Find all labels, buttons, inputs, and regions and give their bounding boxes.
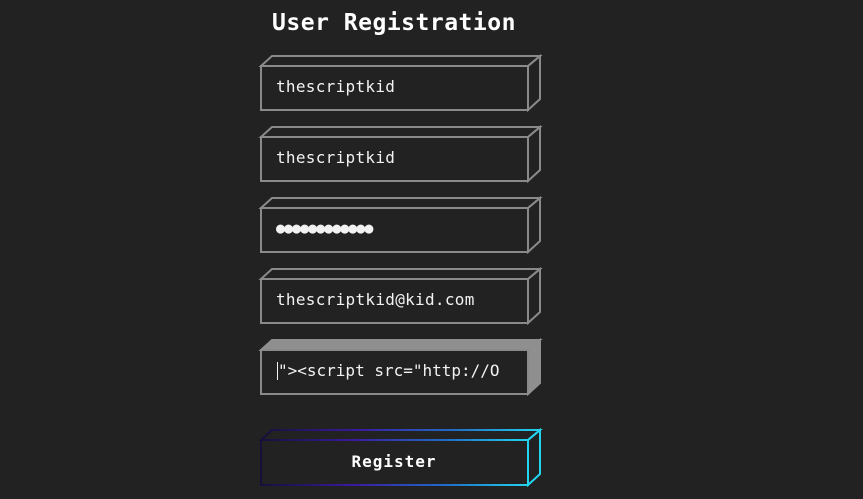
email-input[interactable]	[262, 279, 526, 320]
email-field-wrapper	[258, 266, 543, 326]
password-field-wrapper: ●●●●●●●●●●●●	[258, 195, 543, 255]
registration-page: User Registration ●●●●●●●●●●●●	[0, 0, 863, 499]
username-input[interactable]	[262, 66, 526, 107]
username-field-wrapper	[258, 53, 543, 113]
register-button-label: Register	[351, 452, 437, 471]
register-button[interactable]: Register	[258, 427, 543, 488]
website-field-wrapper: "><script src="http://O	[258, 337, 543, 397]
fullname-input[interactable]	[262, 137, 526, 178]
website-input-value: "><script src="http://O	[278, 361, 500, 380]
fullname-field-wrapper	[258, 124, 543, 184]
password-input[interactable]: ●●●●●●●●●●●●	[262, 208, 526, 249]
website-input[interactable]: "><script src="http://O	[262, 350, 527, 391]
page-title: User Registration	[272, 10, 516, 36]
text-caret	[277, 361, 278, 380]
